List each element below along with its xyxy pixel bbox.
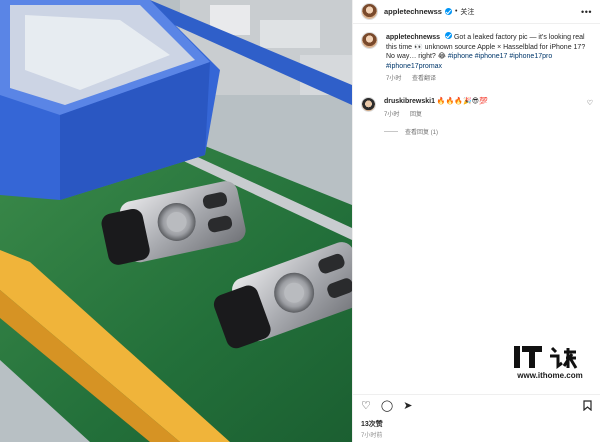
likes-count[interactable]: 13次赞 (361, 419, 383, 429)
post-actions: ♡ ◯ ➤ (353, 394, 600, 414)
comment-time: 7小时 (384, 111, 400, 118)
commenter-avatar[interactable] (361, 96, 376, 112)
hashtag-link[interactable]: #iphone (448, 53, 473, 60)
watermark: www.ithome.com (510, 344, 590, 380)
post-header: appletechnewss • 关注 ••• (353, 0, 600, 24)
replies-divider (384, 131, 398, 133)
comment-meta: 7小时 回复 (384, 111, 589, 121)
reply-button[interactable]: 回复 (410, 112, 422, 118)
caption-verified-icon (445, 32, 453, 39)
post-side-panel: appletechnewss • 关注 ••• appletechnewss G… (352, 0, 600, 442)
factory-photo (0, 0, 352, 442)
header-separator: • (454, 8, 458, 15)
comment-item: druskibrewski1 🔥🔥🔥🎉😎💯 7小时 回复 ♡ (353, 85, 600, 120)
hashtag-link[interactable]: #iphone17promax (386, 63, 442, 70)
share-send-icon[interactable]: ➤ (403, 401, 412, 412)
like-heart-icon[interactable]: ♡ (361, 401, 371, 412)
view-replies-label[interactable]: 查看回复 (1) (405, 127, 438, 136)
post-photo[interactable] (0, 0, 352, 442)
follow-button[interactable]: 关注 (460, 7, 474, 17)
comment-bubble-icon[interactable]: ◯ (381, 401, 393, 412)
caption-avatar[interactable] (361, 32, 378, 49)
caption-meta: 7小时 查看翻译 (386, 75, 591, 85)
translate-link[interactable]: 查看翻译 (412, 76, 436, 82)
bookmark-icon[interactable] (583, 399, 592, 414)
more-options-icon[interactable]: ••• (581, 7, 592, 17)
author-avatar[interactable] (361, 3, 378, 20)
verified-badge-icon (444, 8, 452, 15)
caption-username[interactable]: appletechnewss (386, 34, 440, 41)
hashtag-link[interactable]: #iphone17 (475, 53, 508, 60)
view-replies[interactable]: 查看回复 (1) (384, 127, 600, 136)
comment-text: 🔥🔥🔥🎉😎💯 (436, 97, 488, 105)
comment-like-icon[interactable]: ♡ (587, 99, 593, 107)
watermark-url: www.ithome.com (517, 371, 583, 380)
commenter-username[interactable]: druskibrewski1 (384, 98, 435, 105)
ithome-logo-icon (514, 346, 578, 369)
author-username[interactable]: appletechnewss (384, 7, 442, 16)
hashtag-link[interactable]: #iphone17pro (509, 53, 552, 60)
caption-time: 7小时 (386, 76, 402, 83)
post-time-ago: 7小时前 (361, 433, 383, 439)
post-caption: appletechnewss Got a leaked factory pic … (353, 24, 600, 85)
